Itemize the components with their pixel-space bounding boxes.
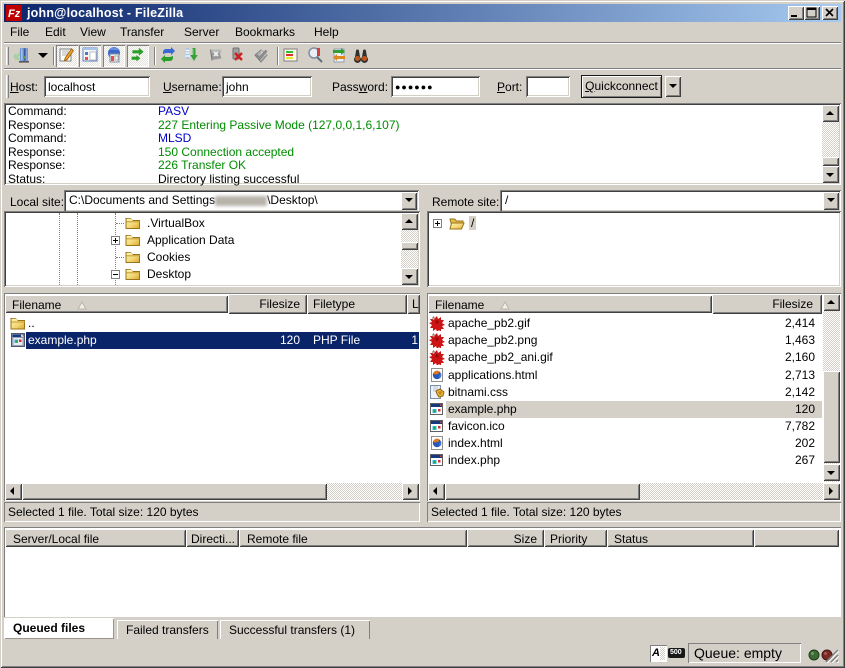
svg-text:Fz: Fz bbox=[8, 8, 21, 20]
